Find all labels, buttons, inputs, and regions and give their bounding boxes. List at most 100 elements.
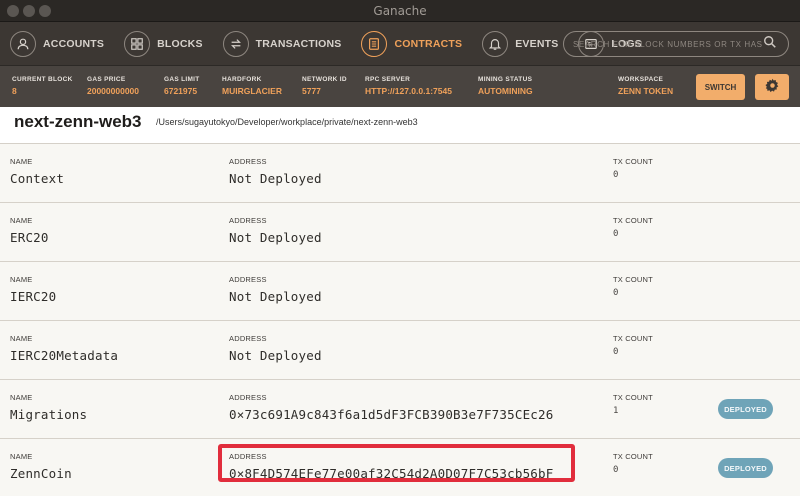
rpc-server-label: RPC SERVER	[365, 76, 411, 83]
address-column-label: ADDRESS	[229, 275, 267, 284]
gas-price-value: 20000000000	[87, 86, 140, 96]
contract-tx-count: 0	[613, 229, 619, 239]
contract-address-col: ADDRESS Not Deployed	[229, 157, 322, 186]
switch-workspace-button[interactable]: SWITCH	[696, 74, 745, 100]
contract-row-migrations[interactable]: NAME Migrations ADDRESS 0×73c691A9c843f6…	[0, 380, 800, 439]
contract-name-col: NAME ZennCoin	[10, 452, 72, 481]
accounts-icon	[10, 30, 36, 57]
contract-name-col: NAME ERC20	[10, 216, 49, 245]
hardfork-value: MUIRGLACIER	[222, 86, 282, 96]
current-block-label: CURRENT BLOCK	[12, 76, 73, 83]
address-column-label: ADDRESS	[229, 452, 267, 461]
project-header: next-zenn-web3 /Users/sugayutokyo/Develo…	[0, 107, 800, 144]
network-id-value: 5777	[302, 86, 321, 96]
contract-address-col: ADDRESS Not Deployed	[229, 275, 322, 304]
nav-events[interactable]: EVENTS	[472, 22, 568, 65]
gear-icon	[764, 78, 780, 96]
mining-status-label: MINING STATUS	[478, 76, 533, 83]
workspace-label: WORKSPACE	[618, 76, 664, 83]
stat-workspace: WORKSPACE ZENN TOKEN	[618, 76, 673, 96]
contract-name-col: NAME IERC20Metadata	[10, 334, 118, 363]
window-title: Ganache	[373, 4, 427, 18]
mining-status-value: AUTOMINING	[478, 86, 533, 96]
rpc-server-value: HTTP://127.0.0.1:7545	[365, 86, 452, 96]
nav-transactions-label: TRANSACTIONS	[255, 37, 342, 50]
contracts-icon	[361, 30, 388, 57]
stat-rpc-server: RPC SERVER HTTP://127.0.0.1:7545	[365, 76, 452, 96]
contract-row-erc20[interactable]: NAME ERC20 ADDRESS Not Deployed TX COUNT…	[0, 203, 800, 262]
contract-name-col: NAME Migrations	[10, 393, 87, 422]
tx-count-column-label: TX COUNT	[613, 157, 653, 166]
deployed-badge: DEPLOYED	[718, 399, 773, 419]
contract-name: ERC20	[10, 230, 49, 245]
contract-tx-col: TX COUNT 1	[613, 393, 653, 416]
name-column-label: NAME	[10, 275, 33, 284]
contract-tx-count: 0	[613, 465, 619, 475]
contract-address-col: ADDRESS Not Deployed	[229, 216, 322, 245]
contract-row-context[interactable]: NAME Context ADDRESS Not Deployed TX COU…	[0, 144, 800, 203]
tx-count-column-label: TX COUNT	[613, 275, 653, 284]
nav-contracts-label: CONTRACTS	[394, 37, 463, 50]
project-path: /Users/sugayutokyo/Developer/workplace/p…	[156, 117, 418, 127]
tx-count-column-label: TX COUNT	[613, 334, 653, 343]
search-icon[interactable]	[763, 35, 777, 54]
nav-blocks[interactable]: BLOCKS	[114, 22, 213, 65]
contract-row-ierc20[interactable]: NAME IERC20 ADDRESS Not Deployed TX COUN…	[0, 262, 800, 321]
contract-address-col: ADDRESS 0×73c691A9c843f6a1d5dF3FCB390B3e…	[229, 393, 553, 422]
name-column-label: NAME	[10, 393, 33, 402]
name-column-label: NAME	[10, 334, 33, 343]
gas-limit-label: GAS LIMIT	[164, 76, 200, 83]
contract-tx-col: TX COUNT 0	[613, 452, 653, 475]
contract-row-ierc20metadata[interactable]: NAME IERC20Metadata ADDRESS Not Deployed…	[0, 321, 800, 380]
nav-blocks-label: BLOCKS	[157, 37, 203, 50]
nav-transactions[interactable]: TRANSACTIONS	[213, 22, 352, 65]
gas-limit-value: 6721975	[164, 86, 198, 96]
window-titlebar: Ganache	[0, 0, 800, 22]
tx-count-column-label: TX COUNT	[613, 393, 653, 402]
contract-address: Not Deployed	[229, 171, 322, 186]
network-id-label: NETWORK ID	[302, 76, 347, 83]
address-column-label: ADDRESS	[229, 393, 267, 402]
address-column-label: ADDRESS	[229, 334, 267, 343]
gas-price-label: GAS PRICE	[87, 76, 126, 83]
contract-tx-count: 0	[613, 170, 619, 180]
contract-row-zenncoin[interactable]: NAME ZennCoin ADDRESS 0×8F4D574EFe77e00a…	[0, 439, 800, 496]
status-bar: CURRENT BLOCK 8 GAS PRICE 20000000000 GA…	[0, 65, 800, 107]
stat-gas-price: GAS PRICE 20000000000	[87, 76, 139, 96]
nav-accounts[interactable]: ACCOUNTS	[0, 22, 114, 65]
contract-tx-col: TX COUNT 0	[613, 275, 653, 298]
contracts-list: NAME Context ADDRESS Not Deployed TX COU…	[0, 144, 800, 496]
stat-network-id: NETWORK ID 5777	[302, 76, 347, 96]
bell-icon	[482, 30, 509, 57]
search-input[interactable]	[573, 39, 763, 49]
contract-address: 0×8F4D574EFe77e00af32C54d2A0D07F7C53cb56…	[229, 466, 554, 481]
contract-tx-col: TX COUNT 0	[613, 216, 653, 239]
name-column-label: NAME	[10, 157, 33, 166]
stat-gas-limit: GAS LIMIT 6721975	[164, 76, 200, 96]
contract-tx-col: TX COUNT 0	[613, 157, 653, 180]
nav-contracts[interactable]: CONTRACTS	[351, 22, 472, 65]
settings-button[interactable]	[755, 74, 789, 100]
contract-name: Migrations	[10, 407, 88, 422]
contract-address-col: ADDRESS 0×8F4D574EFe77e00af32C54d2A0D07F…	[229, 452, 553, 481]
search-bar[interactable]	[563, 31, 789, 57]
transactions-icon	[222, 30, 249, 57]
nav-events-label: EVENTS	[515, 37, 559, 50]
deployed-badge: DEPLOYED	[718, 458, 773, 478]
name-column-label: NAME	[10, 216, 33, 225]
stat-current-block: CURRENT BLOCK 8	[12, 76, 73, 96]
contract-address-col: ADDRESS Not Deployed	[229, 334, 322, 363]
tx-count-column-label: TX COUNT	[613, 216, 653, 225]
main-nav: ACCOUNTS BLOCKS TRANSACTIONS CONTRACTS E…	[0, 22, 800, 65]
tx-count-column-label: TX COUNT	[613, 452, 653, 461]
contract-name: IERC20Metadata	[10, 348, 119, 363]
stat-mining-status: MINING STATUS AUTOMINING	[478, 76, 533, 96]
project-name: next-zenn-web3	[14, 112, 142, 131]
contract-tx-count: 0	[613, 288, 619, 298]
contract-tx-col: TX COUNT 0	[613, 334, 653, 357]
contract-name: ZennCoin	[10, 466, 72, 481]
contract-name-col: NAME IERC20	[10, 275, 56, 304]
address-column-label: ADDRESS	[229, 216, 267, 225]
address-column-label: ADDRESS	[229, 157, 267, 166]
contract-tx-count: 1	[613, 406, 619, 416]
